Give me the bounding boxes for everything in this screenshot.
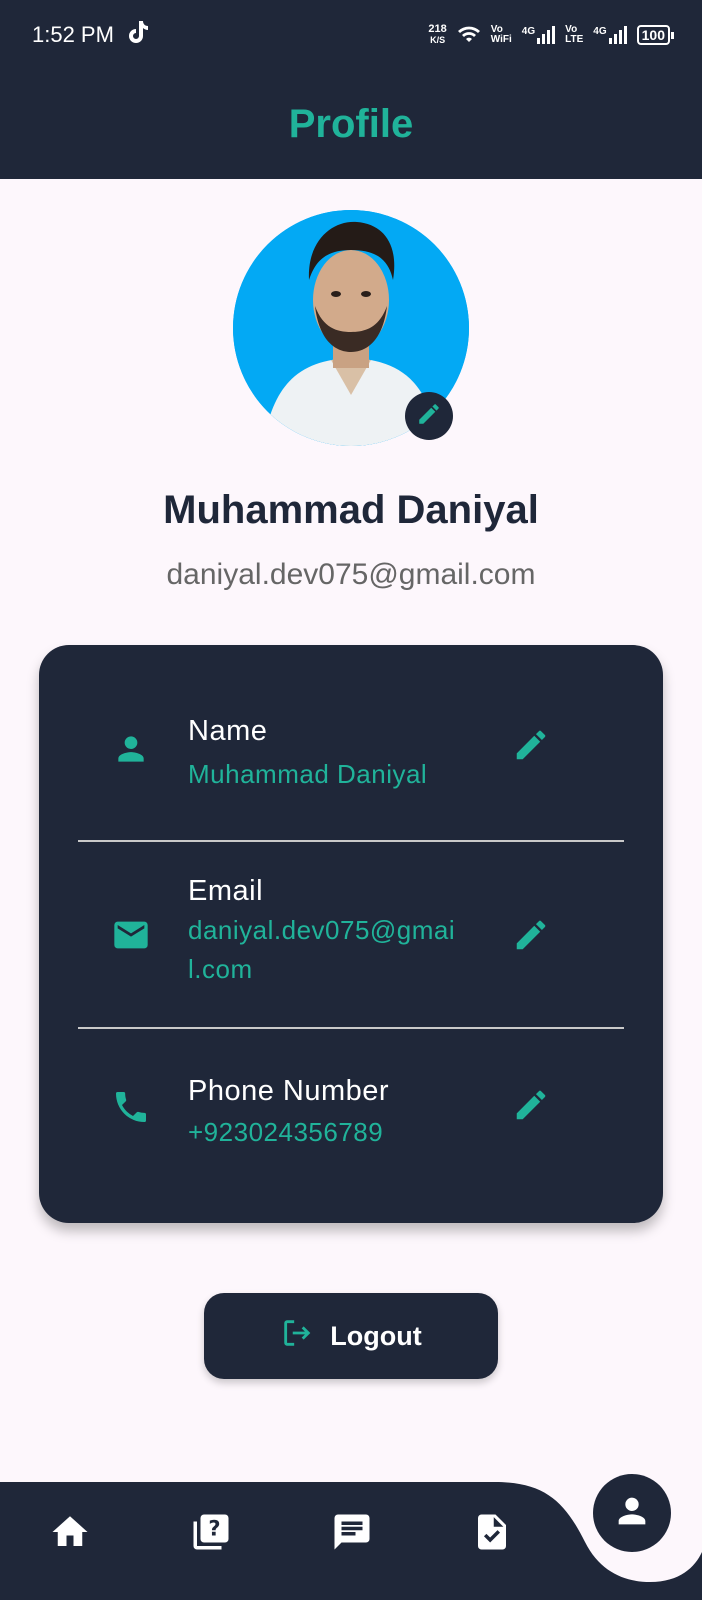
quiz-icon: ? <box>190 1511 232 1558</box>
bottom-nav: ? <box>0 1474 702 1600</box>
battery-icon: 100 <box>636 25 675 45</box>
profile-name: Muhammad Daniyal <box>163 488 539 532</box>
signal-sim1: 4G <box>522 26 556 44</box>
divider <box>78 840 624 842</box>
profile-icon <box>612 1491 652 1536</box>
pencil-icon <box>512 916 550 959</box>
mail-icon <box>111 915 151 955</box>
net-speed: 218 K/S <box>428 23 447 46</box>
edit-name-button[interactable] <box>509 725 553 769</box>
vo-lte-indicator: Vo LTE <box>565 24 584 45</box>
nav-tasks[interactable] <box>470 1512 514 1556</box>
divider <box>78 1027 624 1029</box>
logout-label: Logout <box>330 1320 422 1351</box>
logout-icon <box>280 1316 314 1357</box>
signal-sim2: 4G <box>593 26 627 44</box>
app-bar: Profile <box>0 70 702 179</box>
nav-chat[interactable] <box>330 1512 374 1556</box>
detail-value: Muhammad Daniyal <box>188 759 428 789</box>
status-bar: 1:52 PM 218 K/S Vo WiFi 4G Vo LTE 4G 100 <box>0 0 702 70</box>
pencil-icon <box>416 401 442 432</box>
nav-home[interactable] <box>48 1512 92 1556</box>
battery-level: 100 <box>641 27 665 43</box>
profile-email: daniyal.dev075@gmail.com <box>166 558 536 591</box>
tiktok-icon <box>128 21 148 49</box>
logout-button[interactable]: Logout <box>204 1293 498 1379</box>
pencil-icon <box>512 1086 550 1129</box>
detail-value: daniyal.dev075@gmail.com <box>188 915 456 984</box>
signal-icon <box>608 26 627 44</box>
signal-icon <box>537 26 556 44</box>
edit-avatar-button[interactable] <box>405 392 453 440</box>
chat-icon <box>331 1511 373 1558</box>
details-card: Name Muhammad Daniyal Email daniyal.dev0… <box>39 645 663 1223</box>
pencil-icon <box>512 726 550 769</box>
svg-text:?: ? <box>208 1516 220 1540</box>
task-icon <box>471 1511 513 1558</box>
detail-label: Email <box>188 875 264 907</box>
status-time: 1:52 PM <box>32 22 114 47</box>
nav-profile[interactable] <box>593 1474 671 1552</box>
person-icon <box>111 729 151 769</box>
vo-wifi-indicator: Vo WiFi <box>490 24 512 45</box>
home-icon <box>49 1511 91 1558</box>
detail-label: Name <box>188 715 268 747</box>
phone-icon <box>111 1087 151 1127</box>
avatar-container <box>233 210 469 446</box>
detail-label: Phone Number <box>188 1075 390 1107</box>
page-title: Profile <box>288 102 414 146</box>
detail-value: +923024356789 <box>188 1117 384 1147</box>
wifi-icon <box>457 24 481 47</box>
nav-quiz[interactable]: ? <box>189 1512 233 1556</box>
edit-phone-button[interactable] <box>509 1085 553 1129</box>
edit-email-button[interactable] <box>509 915 553 959</box>
